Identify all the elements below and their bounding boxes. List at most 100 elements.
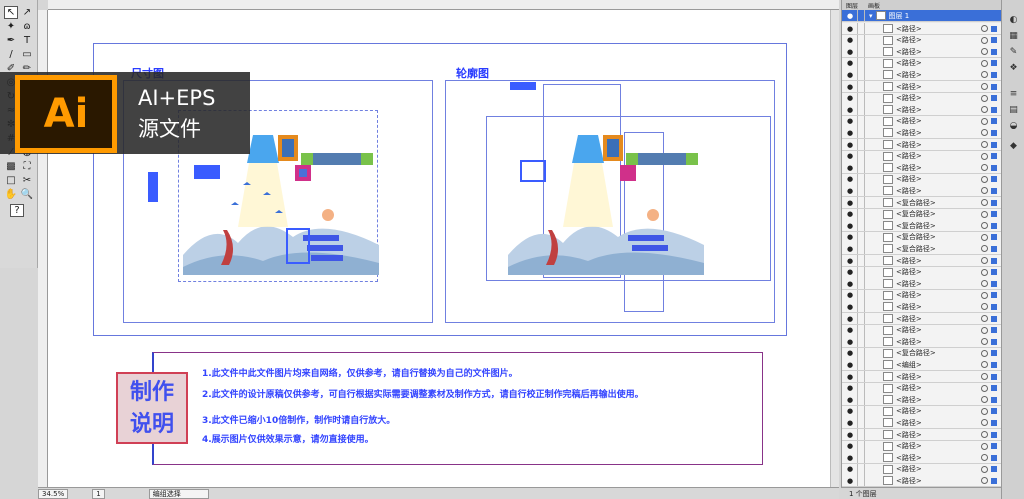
target-circle-icon[interactable] <box>981 117 988 125</box>
target-circle-icon[interactable] <box>981 419 988 427</box>
selection-indicator[interactable] <box>991 71 997 78</box>
layer-name[interactable]: <路径> <box>896 337 922 347</box>
target-circle-icon[interactable] <box>981 257 988 264</box>
layer-item[interactable]: ● <路径> <box>842 394 1002 407</box>
selection-indicator[interactable] <box>991 234 997 241</box>
lock-toggle[interactable] <box>857 139 865 150</box>
target-circle-icon[interactable] <box>981 106 988 114</box>
visibility-eye-icon[interactable]: ● <box>845 314 855 323</box>
lock-toggle[interactable] <box>857 243 865 255</box>
selection-indicator[interactable] <box>991 118 997 125</box>
lock-toggle[interactable] <box>857 336 865 348</box>
selection-indicator[interactable] <box>991 176 997 183</box>
layer-name[interactable]: <路径> <box>896 82 922 92</box>
transparency-icon[interactable]: ◒ <box>1008 120 1019 131</box>
visibility-eye-icon[interactable]: ● <box>845 349 855 358</box>
zoom-field[interactable]: 34.5% <box>38 488 69 499</box>
visibility-eye-icon[interactable]: ● <box>845 279 855 288</box>
selection-indicator[interactable] <box>991 83 997 90</box>
target-circle-icon[interactable] <box>981 384 988 392</box>
lock-toggle[interactable] <box>857 429 865 440</box>
target-circle-icon[interactable] <box>981 315 988 322</box>
lock-toggle[interactable] <box>857 197 865 208</box>
layer-name[interactable]: <复合路径> <box>896 209 936 219</box>
layer-name[interactable]: <路径> <box>896 116 922 126</box>
layer-item[interactable]: ● <编组> <box>842 359 1002 372</box>
layer-name[interactable]: <路径> <box>896 151 922 161</box>
lock-toggle[interactable] <box>857 81 865 92</box>
right-illustration[interactable] <box>508 135 704 275</box>
layer-item[interactable]: ● <路径> <box>842 463 1002 476</box>
lock-toggle[interactable] <box>857 382 865 394</box>
layer-item[interactable]: ● <路径> <box>842 382 1002 395</box>
rectangle-tool[interactable]: ▭ <box>20 48 34 61</box>
layer-name[interactable]: <路径> <box>896 35 922 45</box>
visibility-eye-icon[interactable]: ● <box>845 476 855 485</box>
symbols-icon[interactable]: ❖ <box>1008 62 1019 73</box>
layer-item[interactable]: ● <路径> <box>842 127 1002 140</box>
selection-indicator[interactable] <box>991 141 997 148</box>
visibility-eye-icon[interactable]: ● <box>845 36 855 45</box>
lock-toggle[interactable] <box>857 115 865 127</box>
visibility-eye-icon[interactable]: ● <box>845 430 855 439</box>
visibility-eye-icon[interactable]: ● <box>845 360 855 369</box>
line-tool[interactable]: / <box>4 48 18 61</box>
visibility-eye-icon[interactable]: ● <box>845 186 855 195</box>
select-tool[interactable]: ↖ <box>4 6 18 19</box>
layer-item[interactable]: ● <路径> <box>842 255 1002 267</box>
layer-item[interactable]: ● <路径> <box>842 266 1002 279</box>
visibility-eye-icon[interactable]: ● <box>845 11 855 20</box>
appearance-icon[interactable]: ◆ <box>1008 140 1019 151</box>
lock-toggle[interactable] <box>857 92 865 104</box>
stroke-icon[interactable]: ≡ <box>1008 88 1019 99</box>
lock-toggle[interactable] <box>857 255 865 266</box>
layer-name[interactable]: <路径> <box>896 395 922 405</box>
target-circle-icon[interactable] <box>981 187 988 195</box>
layer-name[interactable]: <路径> <box>896 140 922 150</box>
visibility-eye-icon[interactable]: ● <box>845 291 855 300</box>
selection-indicator[interactable] <box>991 25 997 32</box>
selection-indicator[interactable] <box>991 477 997 484</box>
brushes-icon[interactable]: ✎ <box>1008 46 1019 57</box>
target-circle-icon[interactable] <box>981 303 988 311</box>
artboard-tool[interactable]: □ <box>4 174 18 187</box>
target-circle-icon[interactable] <box>981 407 988 415</box>
visibility-eye-icon[interactable]: ● <box>845 407 855 416</box>
target-circle-icon[interactable] <box>981 338 988 346</box>
layer-item[interactable]: ● <路径> <box>842 139 1002 151</box>
visibility-eye-icon[interactable]: ● <box>845 442 855 451</box>
layer-item[interactable]: ● <路径> <box>842 57 1002 70</box>
lock-toggle[interactable] <box>857 405 865 417</box>
lock-toggle[interactable] <box>857 173 865 185</box>
visibility-eye-icon[interactable]: ● <box>845 221 855 230</box>
target-circle-icon[interactable] <box>981 199 988 206</box>
visibility-eye-icon[interactable]: ● <box>845 384 855 393</box>
selection-indicator[interactable] <box>991 106 997 113</box>
target-circle-icon[interactable] <box>981 59 988 67</box>
layer-name[interactable]: <路径> <box>896 174 922 184</box>
target-circle-icon[interactable] <box>981 477 988 485</box>
visibility-eye-icon[interactable]: ● <box>845 210 855 219</box>
selection-indicator[interactable] <box>991 408 997 415</box>
lock-toggle[interactable] <box>857 208 865 220</box>
layer-row-top[interactable]: ● ▾ 图层 1 <box>842 10 1002 22</box>
selection-indicator[interactable] <box>991 95 997 102</box>
visibility-eye-icon[interactable]: ● <box>845 233 855 242</box>
lock-toggle[interactable] <box>857 313 865 324</box>
lock-toggle[interactable] <box>857 23 865 34</box>
lock-toggle[interactable] <box>857 127 865 139</box>
layer-name[interactable]: <路径> <box>896 267 922 277</box>
layer-name[interactable]: <路径> <box>896 24 922 34</box>
lock-toggle[interactable] <box>857 69 865 81</box>
selection-indicator[interactable] <box>991 187 997 194</box>
layer-item[interactable]: ● <路径> <box>842 475 1002 488</box>
lock-toggle[interactable] <box>857 440 865 452</box>
layer-item[interactable]: ● <路径> <box>842 34 1002 47</box>
lock-toggle[interactable] <box>857 347 865 359</box>
visibility-eye-icon[interactable]: ● <box>845 163 855 172</box>
layer-name[interactable]: <路径> <box>896 302 922 312</box>
zoom-tool[interactable]: 🔍 <box>20 188 34 201</box>
selection-indicator[interactable] <box>991 222 997 229</box>
selection-indicator[interactable] <box>991 153 997 160</box>
visibility-eye-icon[interactable]: ● <box>845 326 855 335</box>
